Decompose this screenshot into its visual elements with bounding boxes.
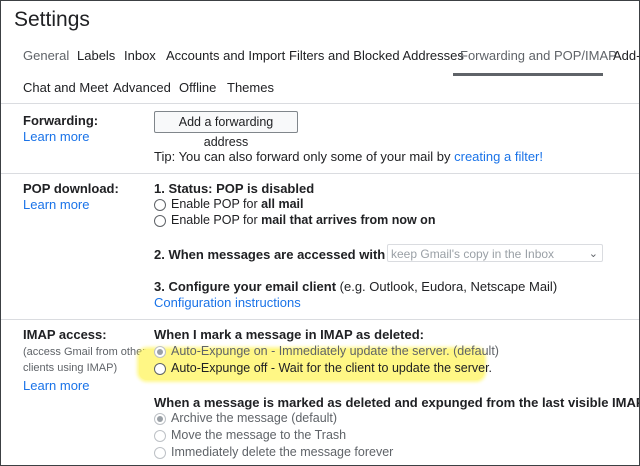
archive-radio[interactable] <box>154 413 166 425</box>
divider <box>1 319 639 320</box>
pop-step2-label: 2. When messages are accessed with POP <box>154 247 417 262</box>
pop-access-select[interactable]: keep Gmail's copy in the Inbox ⌄ <box>387 244 603 262</box>
tab-inbox[interactable]: Inbox <box>124 48 156 63</box>
enable-pop-new-label: Enable POP for mail that arrives from no… <box>171 213 435 227</box>
enable-pop-all-radio[interactable] <box>154 199 166 211</box>
configuration-instructions-link[interactable]: Configuration instructions <box>154 295 301 310</box>
divider <box>1 103 639 104</box>
active-tab-indicator <box>453 73 603 76</box>
imap-deleted-heading: When I mark a message in IMAP as deleted… <box>154 327 424 342</box>
opt1-bold: all mail <box>261 197 304 211</box>
move-to-trash-radio[interactable] <box>154 430 166 442</box>
forwarding-tip: Tip: You can also forward only some of y… <box>154 149 543 164</box>
pop-download-label: POP download: <box>23 181 119 196</box>
forwarding-label: Forwarding: <box>23 113 99 128</box>
pop-status-prefix: 1. Status: <box>154 181 217 196</box>
enable-pop-new-radio[interactable] <box>154 215 166 227</box>
enable-pop-all-label: Enable POP for all mail <box>171 197 304 211</box>
opt2-prefix: Enable POP for <box>171 213 262 227</box>
tab-advanced[interactable]: Advanced <box>113 80 171 95</box>
imap-sub2: clients using IMAP) <box>23 362 118 374</box>
pop-status-value: POP is disabled <box>216 181 315 196</box>
tab-accounts-and-import[interactable]: Accounts and Import <box>166 48 285 63</box>
imap-expunged-heading: When a message is marked as deleted and … <box>154 395 640 410</box>
page-title: Settings <box>14 8 90 31</box>
opt1-prefix: Enable POP for <box>171 197 262 211</box>
pop-status: 1. Status: POP is disabled <box>154 181 314 196</box>
pop-step3-bold: 3. Configure your email client <box>154 279 337 294</box>
tab-labels[interactable]: Labels <box>77 48 115 63</box>
pop-step3-rest: (e.g. Outlook, Eudora, Netscape Mail) <box>336 279 558 294</box>
auto-expunge-on-radio[interactable] <box>154 346 166 358</box>
radio-selected-dot <box>157 416 163 422</box>
tab-themes[interactable]: Themes <box>227 80 274 95</box>
tab-forwarding-pop-imap[interactable]: Forwarding and POP/IMAP <box>460 48 617 63</box>
create-filter-link[interactable]: creating a filter! <box>454 149 543 164</box>
tab-general[interactable]: General <box>23 48 69 63</box>
move-to-trash-label: Move the message to the Trash <box>171 428 347 442</box>
settings-window: Settings General Labels Inbox Accounts a… <box>0 0 640 466</box>
forwarding-learn-more-link[interactable]: Learn more <box>23 129 89 144</box>
chevron-down-icon: ⌄ <box>588 248 598 260</box>
auto-expunge-on-label: Auto-Expunge on - Immediately update the… <box>171 344 499 358</box>
delete-forever-radio[interactable] <box>154 447 166 459</box>
tab-filters-and-blocked-addresses[interactable]: Filters and Blocked Addresses <box>289 48 464 63</box>
imap-access-label: IMAP access: <box>23 327 107 342</box>
opt2-bold: mail that arrives from now on <box>261 213 436 227</box>
auto-expunge-off-radio[interactable] <box>154 363 166 375</box>
pop-access-select-value: keep Gmail's copy in the Inbox <box>391 247 555 261</box>
divider <box>1 173 639 174</box>
tab-add-ons[interactable]: Add- <box>613 48 639 63</box>
radio-selected-dot <box>157 349 163 355</box>
archive-label: Archive the message (default) <box>171 411 338 425</box>
tip-text: Tip: You can also forward only some of y… <box>154 149 455 164</box>
pop-step3: 3. Configure your email client (e.g. Out… <box>154 279 557 294</box>
tab-offline[interactable]: Offline <box>179 80 216 95</box>
add-forwarding-address-button[interactable]: Add a forwarding address <box>154 111 298 149</box>
auto-expunge-off-label: Auto-Expunge off - Wait for the client t… <box>171 361 493 375</box>
imap-learn-more-link[interactable]: Learn more <box>23 378 89 393</box>
pop-learn-more-link[interactable]: Learn more <box>23 197 89 212</box>
delete-forever-label: Immediately delete the message forever <box>171 445 394 459</box>
tab-chat-and-meet[interactable]: Chat and Meet <box>23 80 108 95</box>
